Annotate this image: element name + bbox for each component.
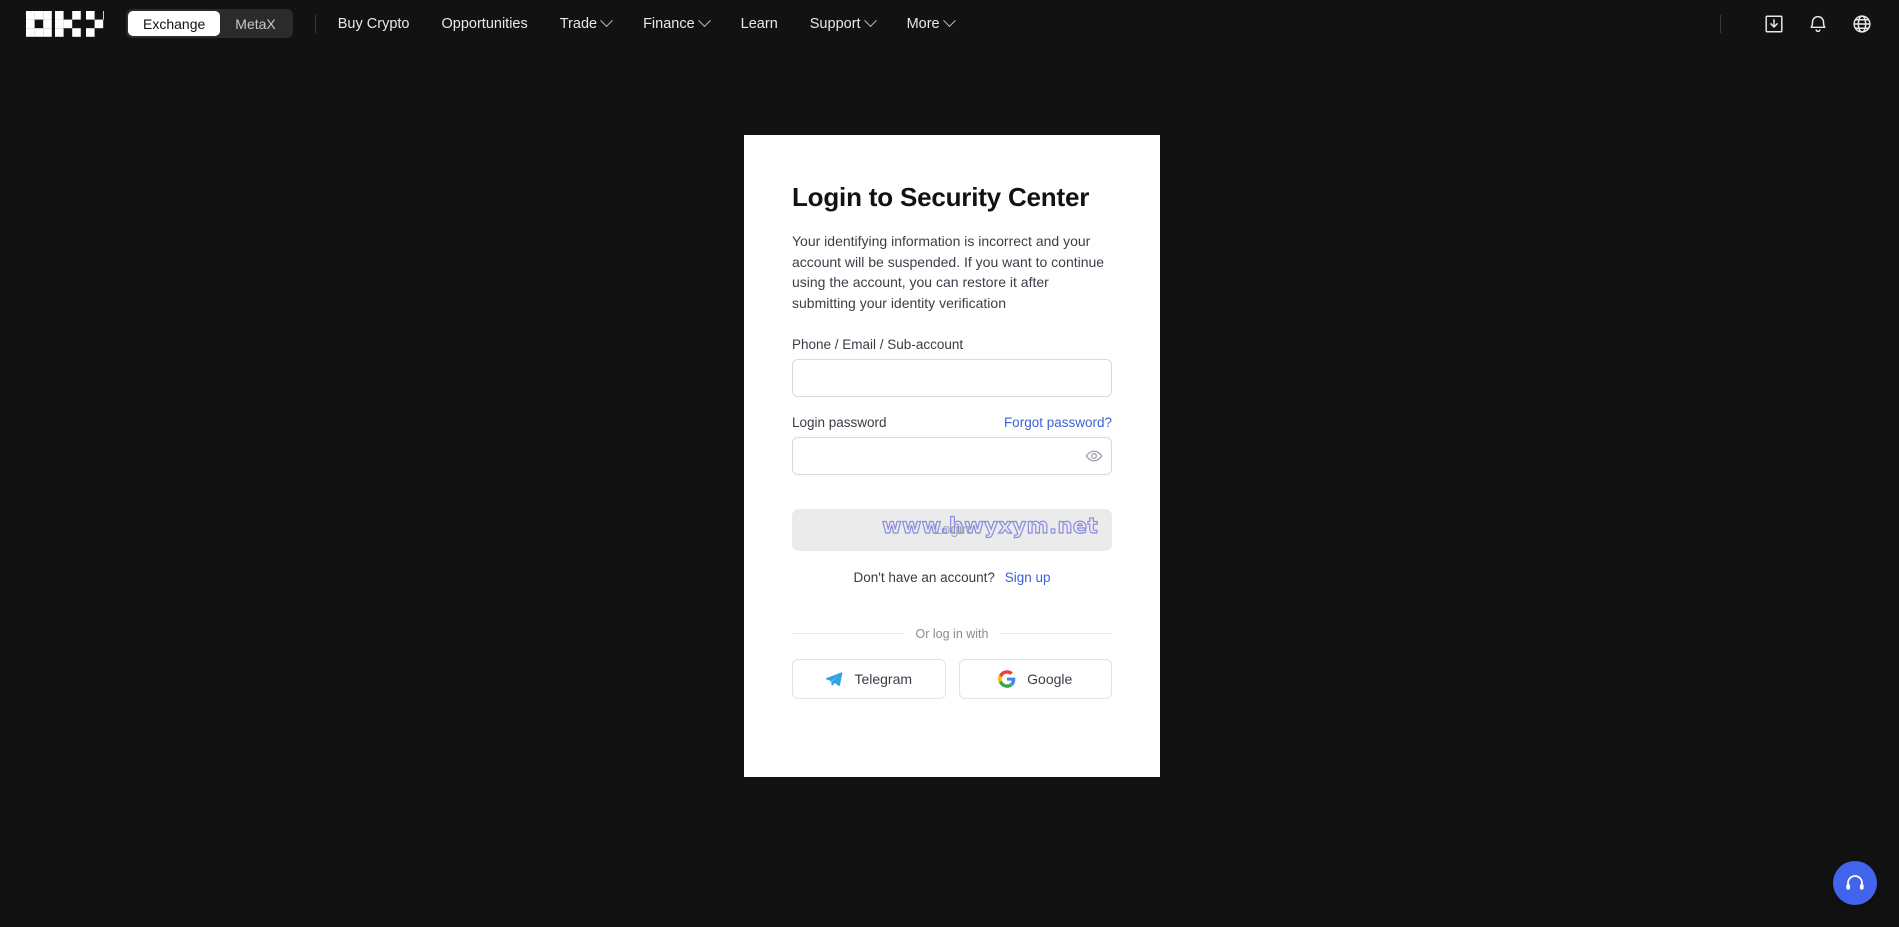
nav-item-opportunities[interactable]: Opportunities	[425, 0, 543, 47]
google-icon	[998, 670, 1016, 688]
page-body: Login to Security Center Your identifyin…	[0, 47, 1899, 927]
nav-label: Learn	[741, 16, 778, 32]
nav-item-buy-crypto[interactable]: Buy Crypto	[338, 0, 426, 47]
nav-label: Support	[810, 16, 861, 32]
header-divider	[315, 15, 316, 33]
nav-item-finance[interactable]: Finance	[627, 0, 725, 47]
nav-label: Trade	[560, 16, 597, 32]
nav-item-learn[interactable]: Learn	[725, 0, 794, 47]
main-navigation: Buy Crypto Opportunities Trade Finance L…	[338, 0, 970, 47]
password-input[interactable]	[792, 437, 1112, 475]
telegram-login-button[interactable]: Telegram	[792, 659, 946, 699]
login-button[interactable]: Login	[792, 509, 1112, 551]
top-header: Exchange MetaX Buy Crypto Opportunities …	[0, 0, 1899, 47]
chevron-down-icon	[943, 14, 956, 27]
chevron-down-icon	[600, 14, 613, 27]
bell-icon[interactable]	[1807, 13, 1829, 35]
social-label: Telegram	[854, 671, 912, 687]
nav-label: Buy Crypto	[338, 16, 410, 32]
social-divider: Or log in with	[792, 627, 1112, 641]
password-input-wrap	[792, 437, 1112, 475]
okx-logo[interactable]	[26, 11, 104, 37]
google-login-button[interactable]: Google	[959, 659, 1113, 699]
nav-label: Finance	[643, 16, 695, 32]
social-login-row: Telegram Google	[792, 659, 1112, 699]
toggle-metax[interactable]: MetaX	[220, 11, 290, 36]
divider-line-left	[792, 633, 904, 634]
header-actions	[1720, 13, 1873, 35]
headset-icon	[1844, 872, 1866, 894]
forgot-password-link[interactable]: Forgot password?	[1004, 415, 1112, 430]
nav-item-more[interactable]: More	[891, 0, 970, 47]
nav-label: More	[907, 16, 940, 32]
chevron-down-icon	[864, 14, 877, 27]
signup-prompt: Don't have an account?	[854, 570, 995, 585]
header-actions-divider	[1720, 15, 1721, 33]
divider-line-right	[1000, 633, 1112, 634]
download-icon[interactable]	[1763, 13, 1785, 35]
account-input-wrap	[792, 359, 1112, 397]
password-field-label: Login password	[792, 415, 887, 430]
nav-item-trade[interactable]: Trade	[544, 0, 627, 47]
globe-icon[interactable]	[1851, 13, 1873, 35]
card-description: Your identifying information is incorrec…	[792, 231, 1112, 313]
nav-label: Opportunities	[441, 16, 527, 32]
signup-row: Don't have an account? Sign up	[792, 570, 1112, 585]
social-label: Google	[1027, 671, 1072, 687]
page-title: Login to Security Center	[792, 181, 1112, 213]
toggle-exchange[interactable]: Exchange	[128, 11, 220, 36]
account-field-label: Phone / Email / Sub-account	[792, 337, 1112, 352]
product-toggle[interactable]: Exchange MetaX	[126, 9, 293, 38]
nav-item-support[interactable]: Support	[794, 0, 891, 47]
toggle-password-visibility-icon[interactable]	[1085, 447, 1103, 465]
telegram-icon	[825, 670, 843, 688]
support-chat-button[interactable]	[1833, 861, 1877, 905]
password-label-row: Login password Forgot password?	[792, 415, 1112, 430]
divider-label: Or log in with	[916, 627, 989, 641]
chevron-down-icon	[698, 14, 711, 27]
signup-link[interactable]: Sign up	[1005, 570, 1051, 585]
login-card: Login to Security Center Your identifyin…	[744, 135, 1160, 777]
account-input[interactable]	[792, 359, 1112, 397]
